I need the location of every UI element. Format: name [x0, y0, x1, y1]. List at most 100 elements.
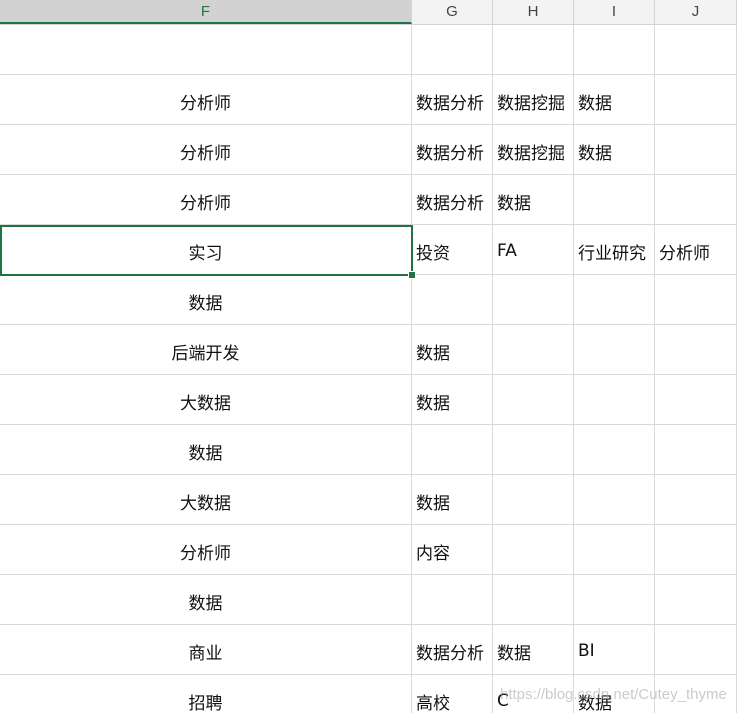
- cell-i[interactable]: [574, 325, 655, 375]
- column-header-f[interactable]: F: [0, 0, 412, 24]
- cell-text: 数据挖掘: [497, 93, 565, 114]
- cell-h[interactable]: C: [493, 675, 574, 713]
- cell-h[interactable]: 数据: [493, 625, 574, 675]
- table-row: 分析师 数据分析 数据挖掘 数据: [0, 75, 737, 125]
- cell-text: 商业: [188, 643, 223, 664]
- cell-text: 分析师: [659, 243, 710, 264]
- column-header-i[interactable]: I: [574, 0, 655, 24]
- cell-h[interactable]: 数据: [493, 175, 574, 225]
- cell-text: 数据: [578, 93, 612, 114]
- cell-g[interactable]: 内容: [412, 525, 493, 575]
- cell-g[interactable]: [412, 25, 493, 75]
- cell-i[interactable]: [574, 575, 655, 625]
- cell-j[interactable]: [655, 575, 737, 625]
- cell-text: 实习: [188, 243, 223, 264]
- cell-f[interactable]: 数据: [0, 275, 412, 325]
- cell-f[interactable]: 分析师: [0, 525, 412, 575]
- column-header-g[interactable]: G: [412, 0, 493, 24]
- cell-h[interactable]: [493, 525, 574, 575]
- cell-g[interactable]: 数据分析: [412, 175, 493, 225]
- cell-f[interactable]: 招聘: [0, 675, 412, 713]
- cell-text: 数据: [497, 193, 531, 214]
- cell-g[interactable]: 高校: [412, 675, 493, 713]
- cell-f[interactable]: 分析师: [0, 125, 412, 175]
- cell-j[interactable]: [655, 675, 737, 713]
- cell-g[interactable]: 数据: [412, 475, 493, 525]
- cell-j[interactable]: [655, 625, 737, 675]
- cell-text: 数据: [578, 693, 612, 713]
- cell-i[interactable]: 数据: [574, 125, 655, 175]
- cell-text: 数据挖掘: [497, 143, 565, 164]
- cell-i[interactable]: [574, 25, 655, 75]
- cell-g[interactable]: 数据分析: [412, 75, 493, 125]
- cell-text: 高校: [416, 693, 450, 713]
- cell-i[interactable]: 数据: [574, 675, 655, 713]
- cell-f[interactable]: 实习: [0, 225, 412, 275]
- cell-j[interactable]: [655, 525, 737, 575]
- cell-f[interactable]: 分析师: [0, 75, 412, 125]
- cell-i[interactable]: [574, 475, 655, 525]
- cell-text: 数据: [416, 493, 450, 514]
- cell-j[interactable]: [655, 125, 737, 175]
- cell-f[interactable]: 大数据: [0, 375, 412, 425]
- cell-h[interactable]: [493, 375, 574, 425]
- cell-h[interactable]: [493, 275, 574, 325]
- cell-j[interactable]: [655, 75, 737, 125]
- cell-j[interactable]: [655, 425, 737, 475]
- cell-text: BI: [578, 641, 595, 661]
- cell-i[interactable]: [574, 425, 655, 475]
- cell-i[interactable]: [574, 175, 655, 225]
- cell-h[interactable]: FA: [493, 225, 574, 275]
- cell-i[interactable]: 数据: [574, 75, 655, 125]
- cell-g[interactable]: 数据分析: [412, 125, 493, 175]
- cell-g[interactable]: [412, 275, 493, 325]
- cell-h[interactable]: [493, 475, 574, 525]
- cell-text: 分析师: [180, 543, 231, 564]
- cell-g[interactable]: [412, 425, 493, 475]
- cell-j[interactable]: [655, 475, 737, 525]
- cell-g[interactable]: 投资: [412, 225, 493, 275]
- cell-h[interactable]: [493, 425, 574, 475]
- cell-text: 数据: [188, 593, 223, 614]
- cell-g[interactable]: 数据: [412, 375, 493, 425]
- cell-text: 分析师: [180, 143, 231, 164]
- cell-f[interactable]: 分析师: [0, 175, 412, 225]
- cell-j[interactable]: [655, 325, 737, 375]
- cell-h[interactable]: 数据挖掘: [493, 75, 574, 125]
- cell-text: 数据分析: [416, 93, 484, 114]
- cell-j[interactable]: [655, 375, 737, 425]
- cell-f[interactable]: [0, 25, 412, 75]
- cell-text: 内容: [416, 543, 450, 564]
- cell-i[interactable]: 行业研究: [574, 225, 655, 275]
- cell-j[interactable]: [655, 275, 737, 325]
- cell-g[interactable]: [412, 575, 493, 625]
- cell-h[interactable]: [493, 575, 574, 625]
- cell-i[interactable]: BI: [574, 625, 655, 675]
- cell-f[interactable]: 后端开发: [0, 325, 412, 375]
- cell-j[interactable]: [655, 25, 737, 75]
- cell-grid: 分析师 数据分析 数据挖掘 数据 分析师 数据分析 数据挖掘 数据 分析师 数据分析 数据 实习 投资 F…: [0, 25, 737, 713]
- cell-f[interactable]: 商业: [0, 625, 412, 675]
- cell-f[interactable]: 数据: [0, 425, 412, 475]
- cell-i[interactable]: [574, 375, 655, 425]
- fill-handle[interactable]: [408, 271, 416, 279]
- cell-text: 大数据: [180, 493, 231, 514]
- cell-j[interactable]: 分析师: [655, 225, 737, 275]
- cell-j[interactable]: [655, 175, 737, 225]
- column-header-j[interactable]: J: [655, 0, 737, 24]
- cell-i[interactable]: [574, 525, 655, 575]
- column-header-h[interactable]: H: [493, 0, 574, 24]
- cell-g[interactable]: 数据: [412, 325, 493, 375]
- table-row: 大数据 数据: [0, 475, 737, 525]
- cell-h[interactable]: [493, 325, 574, 375]
- cell-h[interactable]: 数据挖掘: [493, 125, 574, 175]
- cell-h[interactable]: [493, 25, 574, 75]
- cell-g[interactable]: 数据分析: [412, 625, 493, 675]
- cell-text: 数据: [578, 143, 612, 164]
- cell-i[interactable]: [574, 275, 655, 325]
- cell-text: 数据分析: [416, 193, 484, 214]
- cell-f[interactable]: 大数据: [0, 475, 412, 525]
- table-row: 分析师 数据分析 数据: [0, 175, 737, 225]
- cell-f[interactable]: 数据: [0, 575, 412, 625]
- table-row: [0, 25, 737, 75]
